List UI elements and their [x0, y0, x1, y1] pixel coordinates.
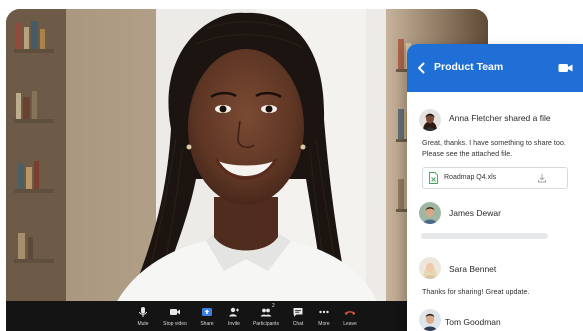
avatar-james-dewar [419, 202, 441, 224]
avatar-sara-bennet [419, 257, 441, 279]
mute-label: Mute [137, 321, 149, 327]
spreadsheet-file-icon [429, 172, 438, 184]
chat-label: Chat [292, 321, 304, 327]
participants-icon [260, 308, 272, 317]
more-icon [319, 310, 329, 314]
message-text: Great, thanks. I have something to share… [422, 138, 566, 158]
mic-icon [139, 307, 147, 317]
message-text: Thanks for sharing! Great update. [422, 287, 530, 296]
share-screen-icon [202, 308, 212, 316]
video-icon [170, 309, 180, 315]
stop-video-label: Stop video [163, 321, 187, 327]
message-author: Anna Fletcher shared a file [449, 113, 551, 123]
chat-header: Product Team [407, 44, 583, 92]
participants-count: 2 [272, 303, 275, 309]
message-author: Sara Bennet [449, 264, 497, 274]
chat-title: Product Team [434, 61, 504, 73]
message-author: James Dewar [449, 208, 501, 218]
avatar-tom-goodman [419, 309, 441, 331]
mute-button[interactable]: Mute [127, 304, 159, 330]
file-attachment[interactable]: Roadmap Q4.xls [422, 167, 568, 189]
participants-label: Participants [252, 321, 280, 327]
leave-label: Leave [343, 321, 357, 327]
participants-button[interactable]: 2 Participants [250, 303, 282, 330]
attachment-name: Roadmap Q4.xls [444, 174, 497, 181]
video-call-icon[interactable] [558, 63, 573, 73]
share-label: Share [200, 321, 214, 327]
message-author: Tom Goodman [445, 317, 501, 327]
invite-label: Invite [228, 321, 240, 327]
message-placeholder-bar [421, 233, 548, 239]
chat-icon [293, 308, 303, 317]
back-chevron-icon[interactable] [416, 62, 426, 74]
hang-up-icon [345, 311, 355, 315]
leave-button[interactable]: Leave [334, 304, 366, 330]
chat-panel: Product Team Anna Fletcher shared a file… [407, 44, 583, 331]
add-person-icon [229, 307, 239, 317]
more-label: More [318, 321, 330, 327]
download-icon[interactable] [537, 173, 547, 183]
stop-video-button[interactable]: Stop video [159, 304, 191, 330]
invite-button[interactable]: Invite [218, 304, 250, 330]
avatar-anna-fletcher [419, 109, 441, 131]
